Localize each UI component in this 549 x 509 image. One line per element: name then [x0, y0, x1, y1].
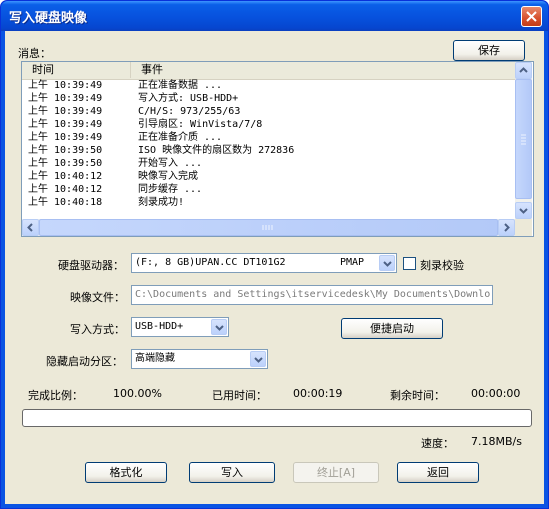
- message-log[interactable]: 时间 事件 上午 10:39:49 正在准备数据 ... 上午 10:39:49 写入…: [21, 61, 534, 237]
- list-item[interactable]: 上午 10:39:49 写入方式: USB-HDD+: [22, 92, 515, 105]
- speed-label: 速度：: [421, 437, 454, 450]
- arrow-up-icon: [519, 67, 528, 73]
- dialog-window: 写入硬盘映像 消息： 保存 时间 事件 上午 10:39:49 正在准备数据 ..…: [0, 0, 549, 509]
- scroll-left-button[interactable]: [22, 219, 39, 236]
- arrow-left-icon: [27, 223, 33, 232]
- scroll-right-button[interactable]: [498, 219, 515, 236]
- scroll-up-button[interactable]: [515, 62, 532, 79]
- abort-button[interactable]: 终止[A]: [293, 462, 379, 483]
- complete-label: 完成比例：: [28, 389, 83, 402]
- drive-value: (F:, 8 GB)UPAN.CC DT101G2: [135, 257, 286, 268]
- write-button[interactable]: 写入: [189, 462, 275, 483]
- hidden-partition-dropdown-button[interactable]: [250, 351, 266, 367]
- log-event: 正在准备介质 ...: [138, 132, 223, 143]
- arrow-down-icon: [519, 208, 528, 214]
- log-time: 上午 10:39:49: [28, 119, 103, 130]
- speed-value: 7.18MB/s: [471, 435, 522, 448]
- close-button[interactable]: [521, 6, 542, 27]
- hidden-partition-label: 隐藏启动分区：: [46, 355, 123, 368]
- back-button[interactable]: 返回: [397, 462, 479, 483]
- hidden-partition-select[interactable]: 高端隐藏: [131, 349, 268, 369]
- messages-label: 消息：: [18, 47, 51, 60]
- log-event: 刻录成功!: [138, 197, 185, 208]
- log-header: 时间 事件: [22, 62, 515, 80]
- save-button[interactable]: 保存: [453, 40, 525, 61]
- close-icon: [526, 11, 537, 22]
- log-event: 正在准备数据 ...: [138, 80, 223, 91]
- drive-label: 硬盘驱动器：: [58, 259, 124, 272]
- log-event: 同步缓存 ...: [138, 184, 203, 195]
- drive-select[interactable]: (F:, 8 GB)UPAN.CC DT101G2 PMAP: [131, 253, 397, 273]
- quick-boot-button[interactable]: 便捷启动: [341, 318, 443, 339]
- chevron-down-icon: [215, 325, 224, 331]
- log-event: 映像写入完成: [138, 171, 198, 182]
- write-mode-dropdown-button[interactable]: [211, 319, 227, 335]
- log-time: 上午 10:39:49: [28, 93, 103, 104]
- list-item[interactable]: 上午 10:39:49 正在准备数据 ...: [22, 79, 515, 92]
- remaining-label: 剩余时间：: [390, 389, 445, 402]
- log-event: C/H/S: 973/255/63: [138, 106, 241, 117]
- list-item[interactable]: 上午 10:40:18 刻录成功!: [22, 196, 515, 209]
- log-time: 上午 10:40:12: [28, 171, 103, 182]
- log-event: 写入方式: USB-HDD+: [138, 93, 239, 104]
- log-time: 上午 10:40:18: [28, 197, 103, 208]
- list-item[interactable]: 上午 10:39:49 C/H/S: 973/255/63: [22, 105, 515, 118]
- vertical-scroll-thumb[interactable]: [515, 79, 532, 199]
- drive-dropdown-button[interactable]: [379, 255, 395, 271]
- log-event: 开始写入 ...: [138, 158, 203, 169]
- remaining-value: 00:00:00: [471, 387, 521, 400]
- scroll-down-button[interactable]: [515, 202, 532, 219]
- grip-icon: [521, 134, 526, 145]
- list-item[interactable]: 上午 10:39:50 ISO 映像文件的扇区数为 272836: [22, 144, 515, 157]
- title-bar[interactable]: 写入硬盘映像: [1, 1, 548, 31]
- progress-bar: [22, 409, 532, 427]
- list-item[interactable]: 上午 10:39:49 引导扇区: WinVista/7/8: [22, 118, 515, 131]
- log-event: ISO 映像文件的扇区数为 272836: [138, 145, 295, 156]
- log-time: 上午 10:39:50: [28, 158, 103, 169]
- elapsed-label: 已用时间：: [212, 389, 267, 402]
- log-rows: 上午 10:39:49 正在准备数据 ... 上午 10:39:49 写入方式: US…: [22, 79, 515, 209]
- arrow-right-icon: [504, 223, 510, 232]
- write-mode-label: 写入方式：: [70, 323, 125, 336]
- write-mode-select[interactable]: USB-HDD+: [131, 317, 229, 337]
- dialog-client-area: 消息： 保存 时间 事件 上午 10:39:49 正在准备数据 ... 上午 10:…: [5, 31, 544, 504]
- log-event: 引导扇区: WinVista/7/8: [138, 119, 263, 130]
- scroll-corner: [515, 219, 532, 236]
- column-header-time[interactable]: 时间: [22, 62, 131, 78]
- log-time: 上午 10:40:12: [28, 184, 103, 195]
- horizontal-scrollbar[interactable]: [22, 219, 515, 236]
- log-time: 上午 10:39:49: [28, 80, 103, 91]
- log-time: 上午 10:39:49: [28, 132, 103, 143]
- format-button[interactable]: 格式化: [85, 462, 167, 483]
- verify-checkbox[interactable]: [403, 257, 416, 270]
- image-file-field[interactable]: C:\Documents and Settings\itservicedesk\…: [131, 285, 493, 305]
- grip-icon: [262, 225, 273, 230]
- chevron-down-icon: [254, 357, 263, 363]
- list-item[interactable]: 上午 10:39:49 正在准备介质 ...: [22, 131, 515, 144]
- column-header-event[interactable]: 事件: [131, 62, 515, 78]
- vertical-scrollbar[interactable]: [515, 62, 532, 219]
- horizontal-scroll-thumb[interactable]: [39, 219, 498, 236]
- hidden-partition-value: 高端隐藏: [135, 353, 175, 364]
- list-item[interactable]: 上午 10:39:50 开始写入 ...: [22, 157, 515, 170]
- drive-mode: PMAP: [340, 257, 365, 268]
- list-item[interactable]: 上午 10:40:12 同步缓存 ...: [22, 183, 515, 196]
- image-file-label: 映像文件：: [70, 291, 125, 304]
- chevron-down-icon: [383, 261, 392, 267]
- list-item[interactable]: 上午 10:40:12 映像写入完成: [22, 170, 515, 183]
- window-title: 写入硬盘映像: [9, 11, 88, 26]
- complete-value: 100.00%: [113, 387, 162, 400]
- log-time: 上午 10:39:50: [28, 145, 103, 156]
- elapsed-value: 00:00:19: [293, 387, 343, 400]
- verify-checkbox-label[interactable]: 刻录校验: [420, 257, 464, 273]
- write-mode-value: USB-HDD+: [135, 321, 184, 332]
- log-time: 上午 10:39:49: [28, 106, 103, 117]
